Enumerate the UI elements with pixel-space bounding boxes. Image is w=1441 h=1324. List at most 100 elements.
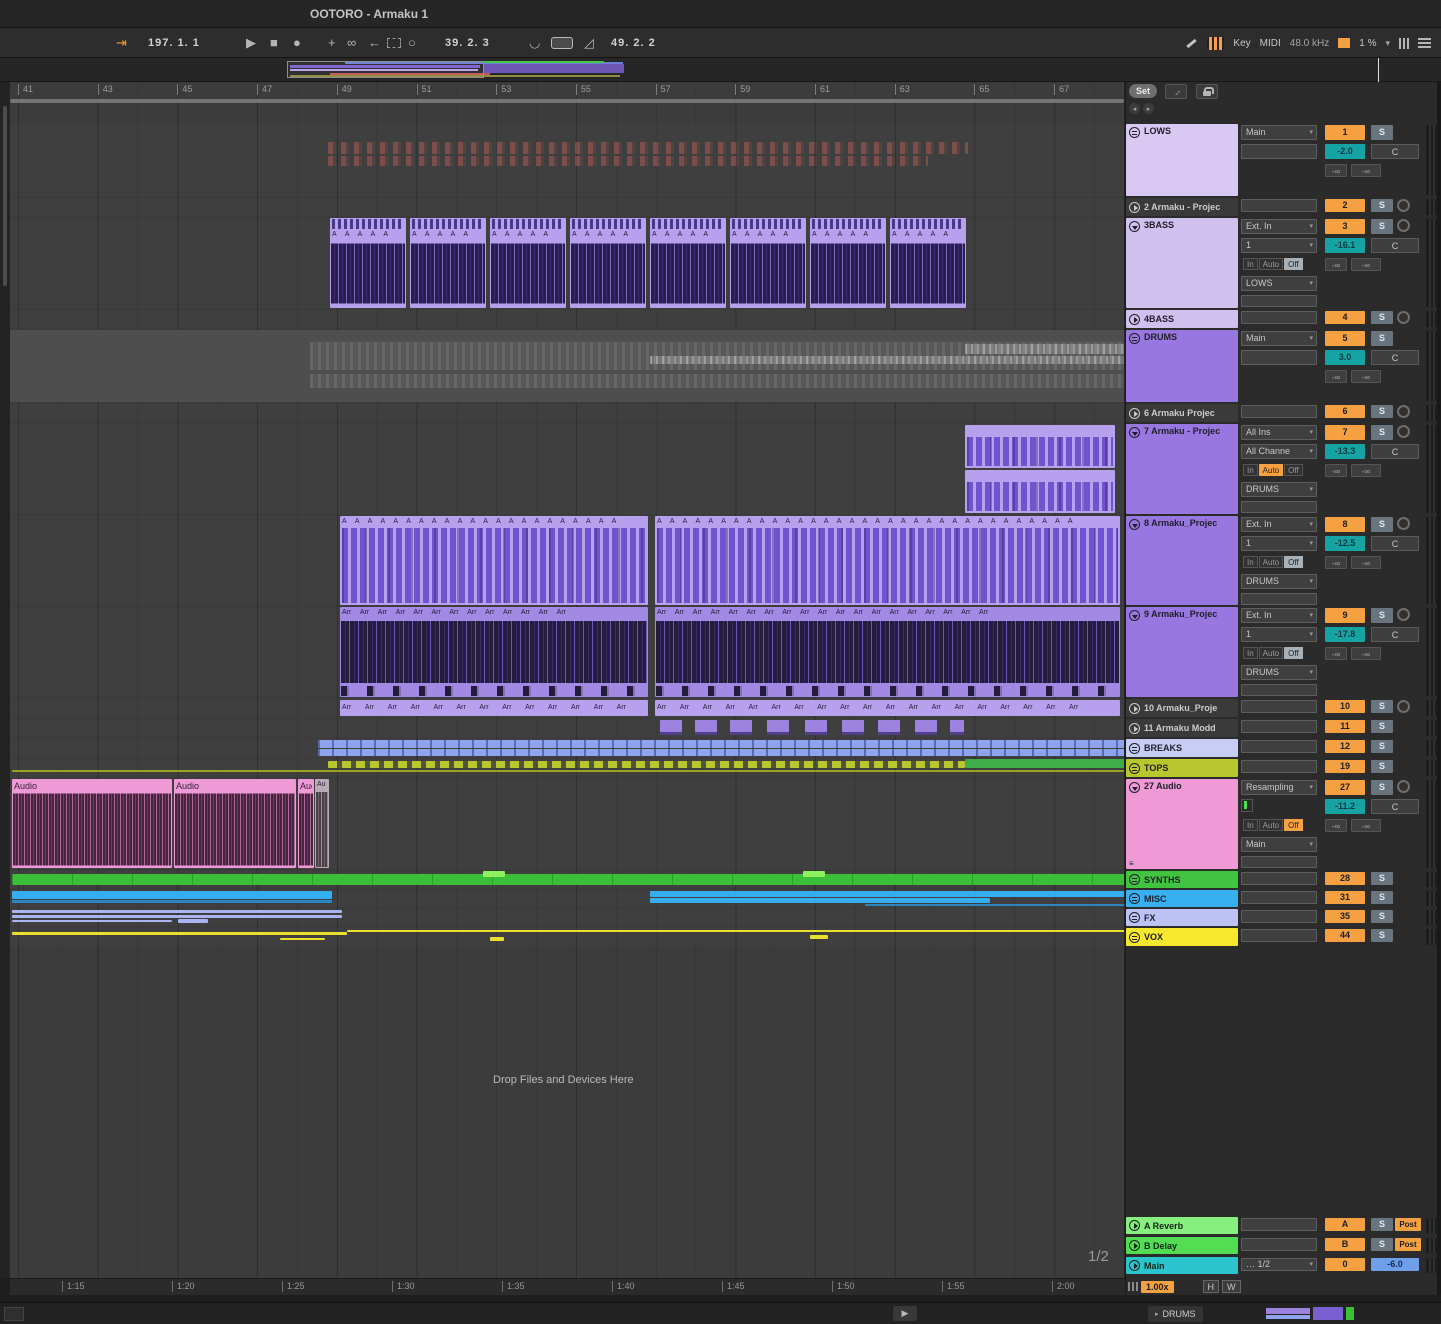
volume-display[interactable]: -12.5	[1325, 536, 1365, 551]
input-type-select[interactable]: Main	[1241, 331, 1317, 346]
draw-mode-icon[interactable]	[1185, 37, 1198, 50]
track-header[interactable]: VOX	[1126, 928, 1238, 946]
set-button[interactable]: Set	[1129, 84, 1157, 98]
clip[interactable]	[842, 720, 864, 735]
track-lane-11[interactable]	[10, 719, 1124, 737]
clip[interactable]	[12, 900, 332, 903]
track-lane-18[interactable]	[10, 928, 1124, 946]
track-number[interactable]: 10	[1325, 700, 1365, 713]
solo-button[interactable]: S	[1371, 405, 1393, 418]
bar-number[interactable]: 61	[815, 84, 830, 95]
clip[interactable]: Arr Arr Arr Arr Arr Arr Arr Arr Arr Arr …	[340, 700, 648, 716]
clip[interactable]	[965, 425, 1115, 468]
track-header[interactable]: FX	[1126, 909, 1238, 926]
send-a[interactable]: -∞	[1325, 258, 1347, 271]
input-type-select[interactable]: Ext. In	[1241, 219, 1317, 234]
bar-number[interactable]: 63	[895, 84, 910, 95]
clip[interactable]	[950, 720, 964, 735]
clip[interactable]	[915, 720, 937, 735]
midi-map-button[interactable]: MIDI	[1260, 38, 1281, 49]
pan-dial[interactable]: C	[1371, 238, 1419, 253]
fold-icon[interactable]	[1129, 1260, 1140, 1271]
clip[interactable]	[12, 891, 332, 899]
track-header[interactable]: 10 Armaku_Proje	[1126, 699, 1238, 717]
preview-play-button[interactable]: ▶	[893, 1306, 917, 1321]
track-number[interactable]: 12	[1325, 740, 1365, 753]
monitor-auto[interactable]: Auto	[1259, 556, 1283, 568]
solo-button[interactable]: S	[1371, 700, 1393, 713]
clip[interactable]: Au	[315, 779, 329, 868]
arm-button[interactable]	[1397, 700, 1410, 713]
group-icon[interactable]	[1129, 932, 1140, 943]
send-b[interactable]: -∞	[1351, 464, 1381, 477]
arm-button[interactable]	[1397, 425, 1410, 438]
solo-button[interactable]: S	[1371, 219, 1393, 234]
unfold-icon[interactable]	[1129, 519, 1140, 530]
input-channel-select[interactable]: All Channe	[1241, 444, 1317, 459]
clip[interactable]: A A A A A	[570, 218, 646, 308]
track-header[interactable]: 7 Armaku - Projec	[1126, 424, 1238, 514]
clip[interactable]	[965, 470, 1115, 513]
pan-dial[interactable]: C	[1371, 444, 1419, 459]
output-select[interactable]: DRUMS	[1241, 665, 1317, 680]
clip[interactable]	[318, 749, 1124, 756]
pan-dial[interactable]: C	[1371, 536, 1419, 551]
track-lane-14[interactable]: AudioAudioAudiAu	[10, 779, 1124, 869]
track-lane-10[interactable]: Arr Arr Arr Arr Arr Arr Arr Arr Arr Arr …	[10, 699, 1124, 717]
track-header[interactable]: BREAKS	[1126, 739, 1238, 757]
clip[interactable]	[767, 720, 789, 735]
track-header[interactable]: DRUMS	[1126, 330, 1238, 402]
track-lane-6[interactable]	[10, 404, 1124, 422]
add-icon[interactable]: +	[328, 28, 336, 58]
grip-icon[interactable]	[4, 1307, 24, 1321]
clip[interactable]	[865, 904, 1124, 906]
clip[interactable]: A A A A A A A A A A A A A A A A A A A A …	[655, 516, 1120, 605]
clip[interactable]	[803, 871, 825, 877]
arm-button[interactable]	[1397, 199, 1410, 212]
time-label[interactable]: 1:15	[62, 1281, 85, 1292]
track-lane-3[interactable]: A A A A A A A A A A A A A A A A A A A A …	[10, 218, 1124, 308]
time-label[interactable]: 1:30	[392, 1281, 415, 1292]
arrangement-position[interactable]: 197. 1. 1	[148, 28, 200, 58]
send-a[interactable]: -∞	[1325, 647, 1347, 660]
track-number[interactable]: 3	[1325, 219, 1365, 234]
clip[interactable]: Arr Arr Arr Arr Arr Arr Arr Arr Arr Arr …	[655, 700, 1120, 716]
input-channel-select[interactable]: 1	[1241, 536, 1317, 551]
fold-icon[interactable]: ▸	[1155, 1310, 1159, 1318]
post-toggle[interactable]: Post	[1395, 1238, 1421, 1251]
clip[interactable]: Audio	[174, 779, 296, 868]
key-map-button[interactable]: Key	[1233, 38, 1250, 49]
volume-display[interactable]: -16.1	[1325, 238, 1365, 253]
send-b[interactable]: -∞	[1351, 556, 1381, 569]
time-label[interactable]: 1:35	[502, 1281, 525, 1292]
track-number[interactable]: 0	[1325, 1258, 1365, 1271]
clip[interactable]: A A A A A	[890, 218, 966, 308]
track-lane-16[interactable]	[10, 890, 1124, 907]
circle-icon[interactable]: ○	[408, 28, 416, 58]
send-a[interactable]: -∞	[1325, 819, 1347, 832]
clip[interactable]	[490, 937, 504, 941]
clip[interactable]: A A A A A	[650, 218, 726, 308]
track-lane-9[interactable]: Arr Arr Arr Arr Arr Arr Arr Arr Arr Arr …	[10, 607, 1124, 697]
bar-number[interactable]: 49	[337, 84, 352, 95]
monitor-switch[interactable]: InAutoOff	[1243, 647, 1303, 659]
post-toggle[interactable]: Post	[1395, 1218, 1421, 1231]
monitor-auto[interactable]: Auto	[1259, 258, 1283, 270]
track-header[interactable]: 6 Armaku Projec	[1126, 404, 1238, 422]
bar-number[interactable]: 45	[177, 84, 192, 95]
solo-button[interactable]: S	[1371, 331, 1393, 346]
volume-display[interactable]: 3.0	[1325, 350, 1365, 365]
time-label[interactable]: 1:25	[282, 1281, 305, 1292]
clip[interactable]	[650, 891, 1124, 897]
clip[interactable]	[650, 898, 990, 903]
output-select[interactable]: … 1/2	[1241, 1258, 1317, 1271]
output-select[interactable]: LOWS	[1241, 276, 1317, 291]
bar-number[interactable]: 55	[576, 84, 591, 95]
fold-icon[interactable]	[1129, 723, 1140, 734]
io-meters-icon[interactable]	[1399, 38, 1409, 49]
volume-display[interactable]: -11.2	[1325, 799, 1365, 814]
solo-button[interactable]: S	[1371, 125, 1393, 140]
track-header[interactable]: 4BASS	[1126, 310, 1238, 328]
input-type-select[interactable]: Resampling	[1241, 780, 1317, 795]
volume-display[interactable]: -17.8	[1325, 627, 1365, 642]
